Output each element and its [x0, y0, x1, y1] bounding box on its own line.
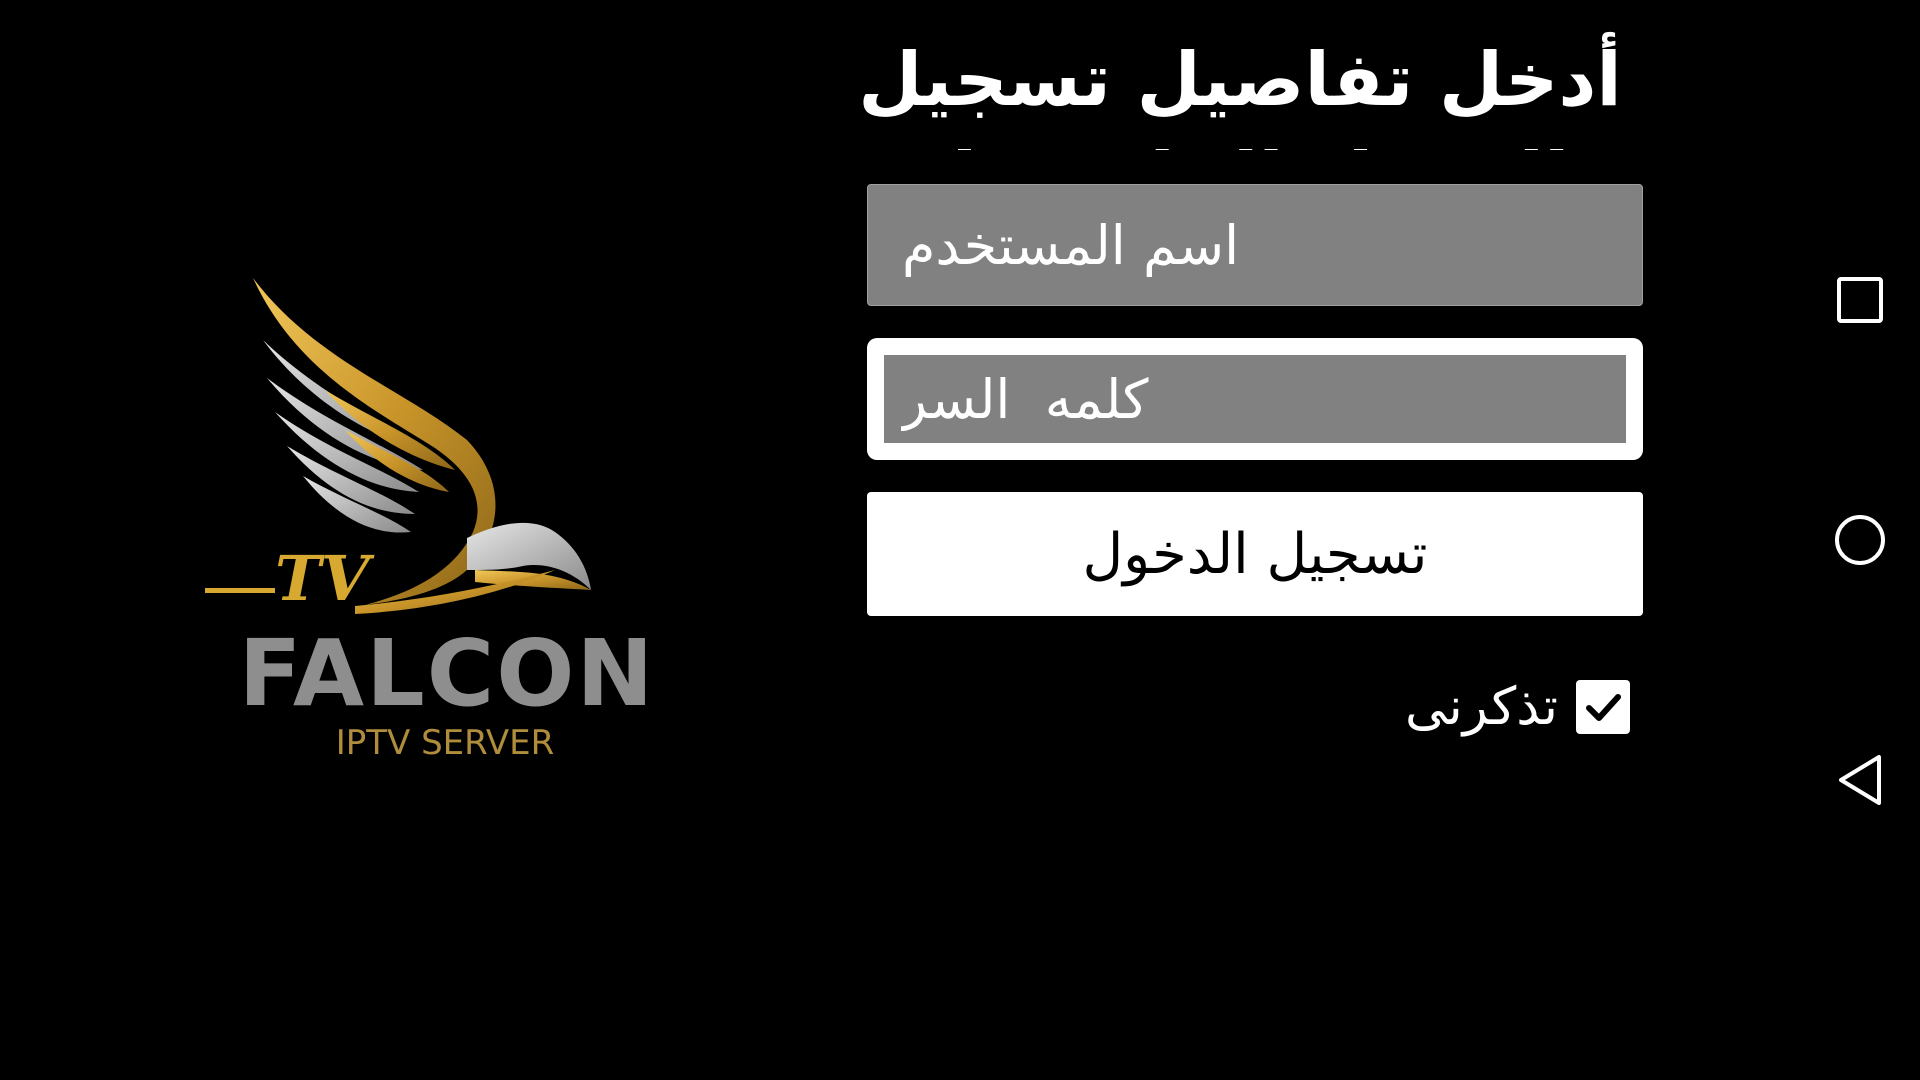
remember-me-label: تذكرنى [1404, 677, 1558, 737]
back-button[interactable] [1830, 750, 1890, 810]
password-field[interactable] [867, 338, 1643, 460]
recent-apps-button[interactable] [1830, 270, 1890, 330]
logo-tv-text: TV [275, 542, 370, 615]
logo-subtitle: IPTV SERVER [335, 723, 555, 763]
password-input-box[interactable] [884, 355, 1626, 443]
checkmark-icon [1586, 694, 1621, 721]
login-screen: TV FALCON IPTV SERVER أدخل تفاصيل تسجيل … [0, 0, 1920, 1080]
username-input[interactable] [868, 185, 1642, 305]
title-container: أدخل تفاصيل تسجيل الدخول الخاصة بك [780, 30, 1700, 150]
remember-me-checkbox[interactable] [1576, 680, 1630, 734]
logo-brand-text: FALCON [238, 620, 656, 727]
falcon-logo: TV FALCON IPTV SERVER [205, 270, 685, 780]
username-field[interactable] [867, 184, 1643, 306]
login-button-label: تسجيل الدخول [1082, 521, 1428, 587]
password-input[interactable] [884, 355, 1626, 443]
login-button[interactable]: تسجيل الدخول [867, 492, 1643, 616]
remember-me-row[interactable]: تذكرنى [1380, 670, 1630, 744]
circle-icon [1835, 515, 1885, 565]
back-triangle-icon [1839, 755, 1881, 805]
page-title: أدخل تفاصيل تسجيل الدخول الخاصة بك [858, 37, 1622, 150]
navigation-bar [1800, 0, 1920, 1080]
home-button[interactable] [1830, 510, 1890, 570]
square-icon [1837, 277, 1883, 323]
